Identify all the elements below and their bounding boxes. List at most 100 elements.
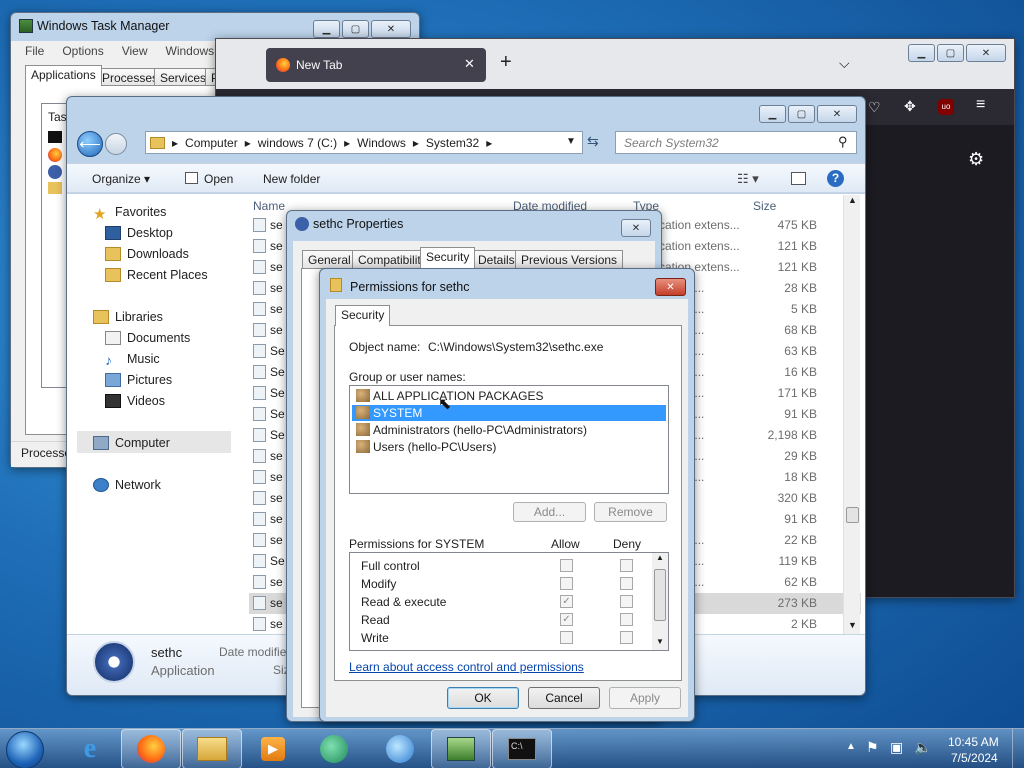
deny-full-control-checkbox[interactable] bbox=[620, 559, 633, 572]
close-button[interactable]: ✕ bbox=[966, 44, 1006, 62]
nav-videos[interactable]: Videos bbox=[127, 394, 165, 408]
maximize-button[interactable]: ▢ bbox=[342, 20, 369, 38]
scroll-up-icon[interactable]: ▲ bbox=[656, 553, 664, 562]
deny-write-checkbox[interactable] bbox=[620, 631, 633, 644]
close-button[interactable]: ✕ bbox=[817, 105, 857, 123]
cancel-button[interactable]: Cancel bbox=[528, 687, 600, 709]
breadcrumb-system32[interactable]: System32 bbox=[426, 136, 479, 150]
column-name[interactable]: Name bbox=[253, 199, 285, 213]
minimize-button[interactable]: ▁ bbox=[759, 105, 786, 123]
nav-music[interactable]: Music bbox=[127, 352, 160, 366]
close-button[interactable]: ✕ bbox=[371, 20, 411, 38]
volume-muted-icon[interactable]: 🔈 bbox=[914, 739, 931, 756]
close-tab-icon[interactable]: ✕ bbox=[464, 56, 475, 72]
pocket-icon[interactable]: ♡ bbox=[868, 99, 881, 116]
access-control-link[interactable]: Learn about access control and permissio… bbox=[349, 660, 584, 674]
start-button[interactable] bbox=[6, 731, 44, 768]
browser-tab[interactable]: New Tab ✕ bbox=[266, 48, 486, 82]
tab-applications[interactable]: Applications bbox=[25, 65, 102, 86]
clock-time[interactable]: 10:45 AM bbox=[948, 735, 999, 749]
add-button[interactable]: Add... bbox=[513, 502, 586, 522]
search-input[interactable]: Search System32 ⚲ bbox=[615, 131, 857, 154]
permissions-dialog[interactable]: Permissions for sethc ✕ Security Object … bbox=[319, 268, 695, 722]
forward-button[interactable] bbox=[105, 133, 127, 155]
ok-button[interactable]: OK bbox=[447, 687, 519, 709]
action-center-flag-icon[interactable]: ⚑ bbox=[866, 739, 879, 756]
user-item-users[interactable]: Users (hello-PC\Users) bbox=[352, 439, 666, 455]
menu-icon[interactable]: ≡ bbox=[976, 96, 985, 114]
column-size[interactable]: Size bbox=[753, 199, 776, 213]
refresh-icon[interactable]: ⇆ bbox=[587, 133, 599, 150]
permissions-scrollbar[interactable]: ▲ ▼ bbox=[652, 553, 668, 650]
breadcrumb-computer[interactable]: Computer bbox=[185, 136, 238, 150]
menu-view[interactable]: View bbox=[122, 44, 148, 58]
ublock-icon[interactable]: uo bbox=[938, 99, 954, 115]
task-column-header[interactable]: Tas bbox=[48, 110, 67, 124]
taskbar-app-green[interactable] bbox=[304, 729, 364, 768]
apply-button[interactable]: Apply bbox=[609, 687, 681, 709]
taskbar-task-manager[interactable] bbox=[431, 729, 491, 768]
nav-documents[interactable]: Documents bbox=[127, 331, 190, 345]
tray-expand-icon[interactable]: ▲ bbox=[846, 741, 856, 752]
organize-button[interactable]: Organize ▾ bbox=[92, 172, 150, 186]
taskbar-app-blue[interactable] bbox=[370, 729, 430, 768]
allow-read-execute-checkbox[interactable]: ✓ bbox=[560, 595, 573, 608]
nav-favorites[interactable]: Favorites bbox=[115, 205, 166, 219]
allow-read-checkbox[interactable]: ✓ bbox=[560, 613, 573, 626]
deny-read-execute-checkbox[interactable] bbox=[620, 595, 633, 608]
user-item-all-app-packages[interactable]: ALL APPLICATION PACKAGES bbox=[352, 388, 666, 404]
nav-computer[interactable]: Computer bbox=[115, 436, 170, 450]
scroll-up-icon[interactable]: ▲ bbox=[848, 195, 857, 205]
list-tabs-icon[interactable]: ⌵ bbox=[839, 55, 850, 72]
tab-security[interactable]: Security bbox=[335, 305, 391, 326]
allow-write-checkbox[interactable] bbox=[560, 631, 573, 644]
nav-downloads[interactable]: Downloads bbox=[127, 247, 189, 261]
tab-previous-versions[interactable]: Previous Versions bbox=[515, 250, 624, 268]
scroll-thumb[interactable] bbox=[654, 569, 666, 621]
nav-network[interactable]: Network bbox=[115, 478, 161, 492]
minimize-button[interactable]: ▁ bbox=[908, 44, 935, 62]
permissions-list[interactable]: Full control Modify Read & execute Read … bbox=[349, 552, 669, 651]
menu-options[interactable]: Options bbox=[62, 44, 103, 58]
nav-libraries[interactable]: Libraries bbox=[115, 310, 163, 324]
navigation-pane[interactable]: ★ Favorites Desktop Downloads Recent Plac… bbox=[75, 203, 235, 633]
address-bar[interactable]: ▸ Computer ▸ windows 7 (C:) ▸ Windows ▸ Sys… bbox=[145, 131, 583, 154]
extensions-icon[interactable]: ✥ bbox=[904, 98, 916, 115]
taskbar-explorer[interactable] bbox=[182, 729, 242, 768]
user-item-system[interactable]: SYSTEM bbox=[352, 405, 666, 421]
show-desktop-button[interactable] bbox=[1012, 729, 1024, 768]
preview-pane-icon[interactable] bbox=[791, 172, 806, 185]
new-folder-button[interactable]: New folder bbox=[263, 172, 320, 186]
remove-button[interactable]: Remove bbox=[594, 502, 667, 522]
user-item-administrators[interactable]: Administrators (hello-PC\Administrators) bbox=[352, 422, 666, 438]
user-list[interactable]: ALL APPLICATION PACKAGES SYSTEM Administ… bbox=[349, 385, 669, 494]
taskbar-media-player[interactable]: ▶ bbox=[243, 729, 303, 768]
scroll-down-icon[interactable]: ▼ bbox=[848, 620, 857, 630]
breadcrumb-windows[interactable]: Windows bbox=[357, 136, 406, 150]
nav-pictures[interactable]: Pictures bbox=[127, 373, 172, 387]
close-button[interactable]: ✕ bbox=[655, 278, 686, 296]
scroll-thumb[interactable] bbox=[846, 507, 859, 523]
tab-details[interactable]: Details bbox=[472, 250, 521, 268]
deny-read-checkbox[interactable] bbox=[620, 613, 633, 626]
breadcrumb-drive[interactable]: windows 7 (C:) bbox=[258, 136, 337, 150]
tab-general[interactable]: General bbox=[302, 250, 357, 268]
clock-date[interactable]: 7/5/2024 bbox=[951, 751, 998, 765]
scrollbar[interactable]: ▲ ▼ bbox=[843, 195, 860, 635]
minimize-button[interactable]: ▁ bbox=[313, 20, 340, 38]
chevron-down-icon[interactable]: ▼ bbox=[566, 136, 576, 147]
taskbar-cmd[interactable]: C:\ bbox=[492, 729, 552, 768]
nav-desktop[interactable]: Desktop bbox=[127, 226, 173, 240]
view-icon[interactable]: ☷ ▾ bbox=[737, 171, 759, 187]
tab-security[interactable]: Security bbox=[420, 247, 476, 268]
open-button[interactable]: Open bbox=[204, 172, 233, 186]
menu-windows[interactable]: Windows bbox=[166, 44, 215, 58]
maximize-button[interactable]: ▢ bbox=[937, 44, 964, 62]
menu-file[interactable]: File bbox=[25, 44, 44, 58]
settings-gear-icon[interactable]: ⚙ bbox=[968, 149, 984, 170]
deny-modify-checkbox[interactable] bbox=[620, 577, 633, 590]
network-tray-icon[interactable]: ▣ bbox=[890, 739, 903, 756]
back-button[interactable]: ⟵ bbox=[77, 131, 103, 157]
taskbar-ie[interactable]: e bbox=[60, 729, 120, 768]
scroll-down-icon[interactable]: ▼ bbox=[656, 637, 664, 646]
